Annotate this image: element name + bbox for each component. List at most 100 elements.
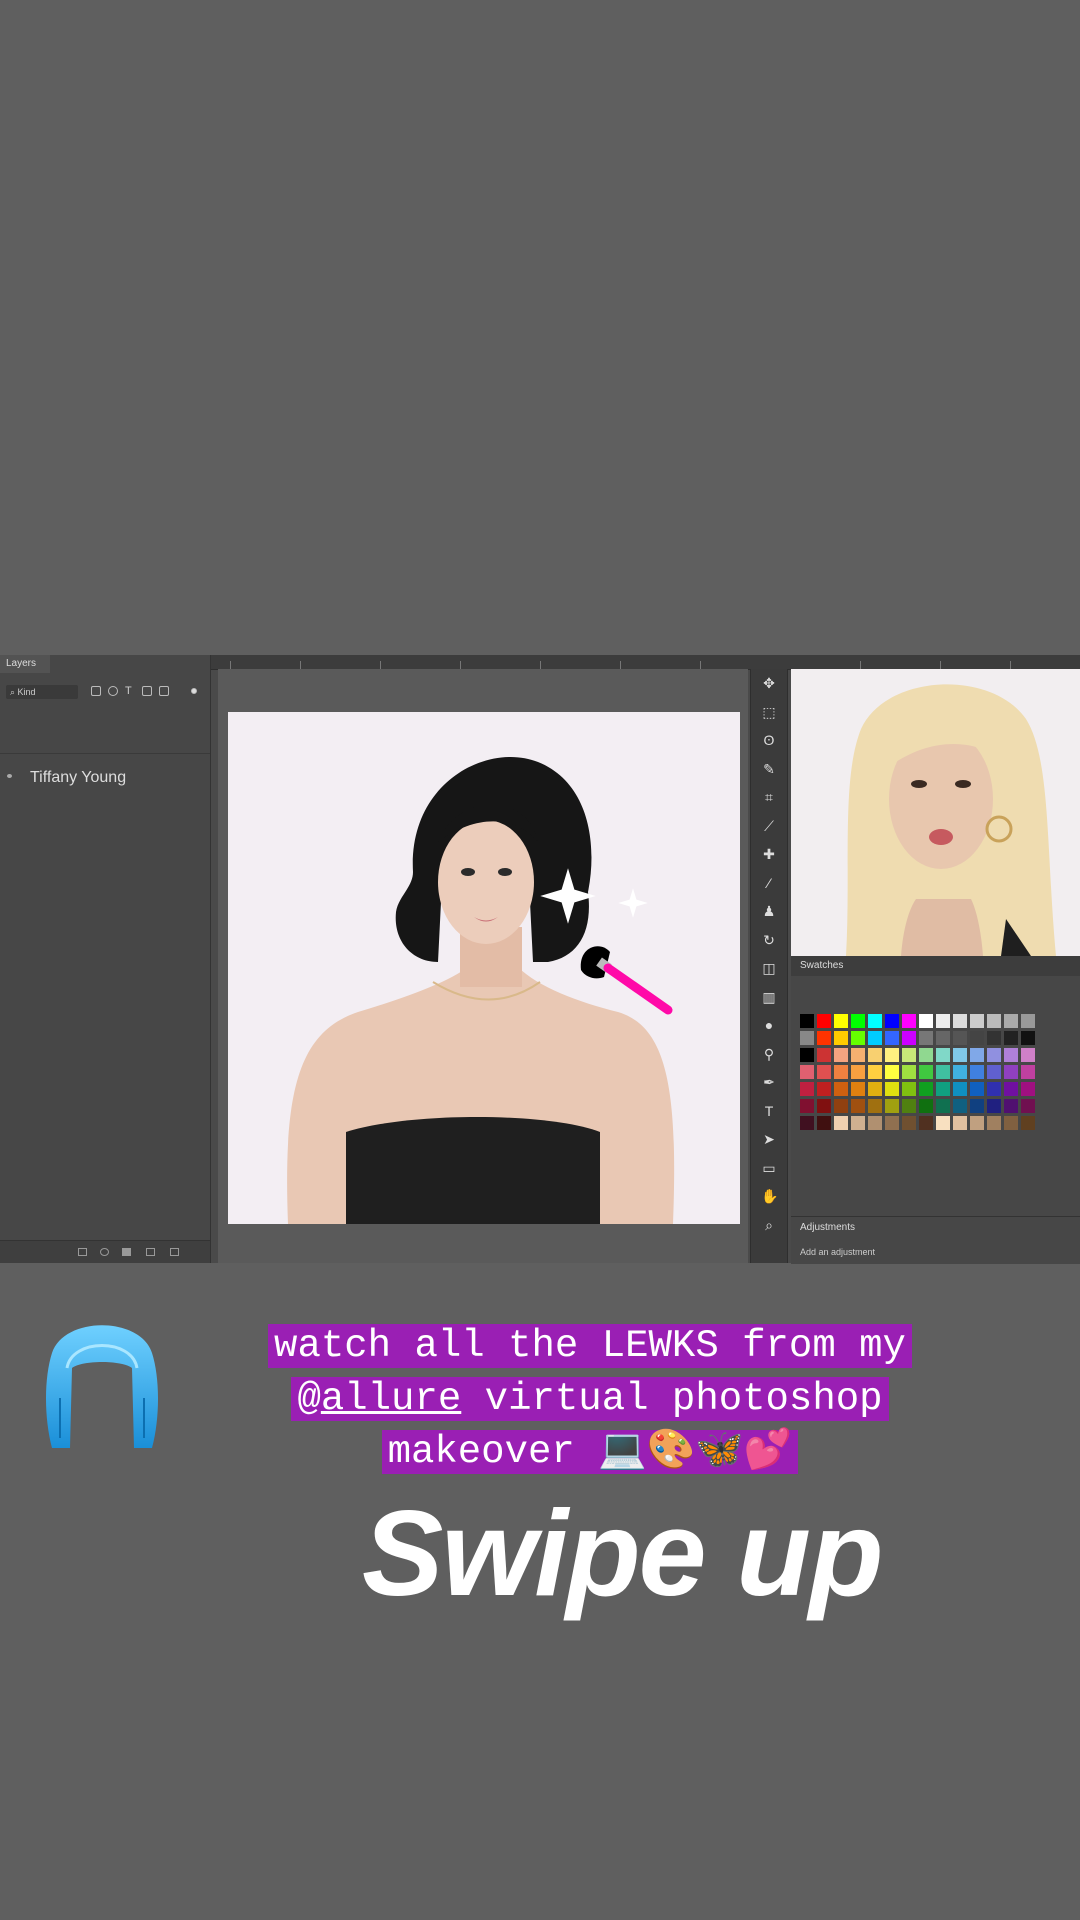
- swatch[interactable]: [987, 1065, 1001, 1079]
- swatch[interactable]: [868, 1048, 882, 1062]
- swatch[interactable]: [902, 1031, 916, 1045]
- hand-icon[interactable]: ✋: [761, 1188, 778, 1204]
- type-filter-icon[interactable]: T: [125, 686, 135, 697]
- swatch[interactable]: [868, 1065, 882, 1079]
- swipe-up-text[interactable]: Swipe up: [362, 1488, 883, 1618]
- shape-filter-icon[interactable]: [142, 686, 152, 696]
- swatch[interactable]: [817, 1082, 831, 1096]
- swatch[interactable]: [987, 1048, 1001, 1062]
- smart-object-filter-icon[interactable]: [159, 686, 169, 696]
- layer-row[interactable]: Tiffany Young: [0, 763, 210, 793]
- swatch[interactable]: [800, 1048, 814, 1062]
- swatch[interactable]: [851, 1065, 865, 1079]
- swatch[interactable]: [800, 1014, 814, 1028]
- mention-link[interactable]: allure: [321, 1377, 461, 1421]
- swatch[interactable]: [987, 1082, 1001, 1096]
- move-icon[interactable]: ✥: [761, 675, 777, 691]
- swatch[interactable]: [953, 1099, 967, 1113]
- kind-filter-select[interactable]: ⌕ Kind: [6, 685, 78, 699]
- marquee-icon[interactable]: ⬚: [761, 704, 777, 720]
- swatch[interactable]: [885, 1099, 899, 1113]
- swatch[interactable]: [817, 1031, 831, 1045]
- swatch[interactable]: [800, 1116, 814, 1130]
- swatch[interactable]: [817, 1065, 831, 1079]
- swatch[interactable]: [902, 1099, 916, 1113]
- swatch[interactable]: [800, 1065, 814, 1079]
- swatch[interactable]: [919, 1099, 933, 1113]
- swatch[interactable]: [953, 1116, 967, 1130]
- swatch[interactable]: [919, 1116, 933, 1130]
- crop-icon[interactable]: ⌗: [761, 789, 777, 805]
- swatch[interactable]: [987, 1099, 1001, 1113]
- swatch[interactable]: [817, 1048, 831, 1062]
- brush-icon[interactable]: ⁄: [761, 875, 777, 891]
- swatch[interactable]: [970, 1116, 984, 1130]
- swatch[interactable]: [1004, 1116, 1018, 1130]
- swatch[interactable]: [936, 1116, 950, 1130]
- new-adjustment-icon[interactable]: [100, 1248, 109, 1256]
- swatch[interactable]: [817, 1116, 831, 1130]
- swatch[interactable]: [936, 1099, 950, 1113]
- swatch[interactable]: [885, 1031, 899, 1045]
- wig-icon[interactable]: [42, 1308, 162, 1456]
- swatch[interactable]: [834, 1116, 848, 1130]
- swatch[interactable]: [800, 1031, 814, 1045]
- rectangle-icon[interactable]: ▭: [761, 1160, 777, 1176]
- swatch[interactable]: [936, 1065, 950, 1079]
- stamp-icon[interactable]: ♟: [761, 903, 777, 919]
- swatch[interactable]: [800, 1099, 814, 1113]
- healing-icon[interactable]: ✚: [761, 846, 777, 862]
- swatch[interactable]: [987, 1014, 1001, 1028]
- swatch[interactable]: [885, 1116, 899, 1130]
- swatch[interactable]: [834, 1065, 848, 1079]
- eyedropper-icon[interactable]: ⟋: [761, 818, 777, 834]
- swatch[interactable]: [936, 1048, 950, 1062]
- swatch[interactable]: [1004, 1031, 1018, 1045]
- swatch[interactable]: [1021, 1031, 1035, 1045]
- swatch[interactable]: [885, 1065, 899, 1079]
- swatch[interactable]: [970, 1014, 984, 1028]
- swatch[interactable]: [970, 1082, 984, 1096]
- path-select-icon[interactable]: ➤: [761, 1131, 777, 1147]
- swatch[interactable]: [902, 1048, 916, 1062]
- eraser-icon[interactable]: ◫: [761, 960, 777, 976]
- swatch[interactable]: [936, 1014, 950, 1028]
- swatch[interactable]: [1021, 1065, 1035, 1079]
- swatch[interactable]: [970, 1099, 984, 1113]
- swatch[interactable]: [885, 1048, 899, 1062]
- zoom-icon[interactable]: ⌕: [761, 1217, 777, 1233]
- swatch[interactable]: [868, 1082, 882, 1096]
- swatch[interactable]: [919, 1048, 933, 1062]
- swatch[interactable]: [834, 1082, 848, 1096]
- history-brush-icon[interactable]: ↻: [761, 932, 777, 948]
- new-group-icon[interactable]: [122, 1248, 131, 1256]
- swatch[interactable]: [970, 1065, 984, 1079]
- swatch[interactable]: [834, 1014, 848, 1028]
- swatch[interactable]: [1004, 1099, 1018, 1113]
- visibility-icon[interactable]: [7, 774, 12, 778]
- swatch[interactable]: [834, 1099, 848, 1113]
- swatch[interactable]: [1004, 1048, 1018, 1062]
- swatch[interactable]: [1004, 1014, 1018, 1028]
- swatch[interactable]: [817, 1099, 831, 1113]
- lasso-icon[interactable]: ʘ: [761, 732, 777, 748]
- swatch[interactable]: [970, 1031, 984, 1045]
- swatch[interactable]: [1021, 1048, 1035, 1062]
- pen-icon[interactable]: ✒: [761, 1074, 777, 1090]
- swatch[interactable]: [1004, 1065, 1018, 1079]
- link-icon[interactable]: [30, 1248, 39, 1256]
- swatch[interactable]: [868, 1031, 882, 1045]
- swatch[interactable]: [834, 1031, 848, 1045]
- swatch[interactable]: [919, 1014, 933, 1028]
- swatch[interactable]: [902, 1116, 916, 1130]
- swatch[interactable]: [851, 1014, 865, 1028]
- swatch[interactable]: [936, 1082, 950, 1096]
- swatch[interactable]: [919, 1082, 933, 1096]
- dodge-icon[interactable]: ⚲: [761, 1046, 777, 1062]
- swatch[interactable]: [953, 1014, 967, 1028]
- type-icon[interactable]: T: [761, 1103, 777, 1119]
- swatch[interactable]: [868, 1014, 882, 1028]
- adjustment-filter-icon[interactable]: [108, 686, 118, 696]
- pixel-filter-icon[interactable]: [91, 686, 101, 696]
- swatch[interactable]: [953, 1065, 967, 1079]
